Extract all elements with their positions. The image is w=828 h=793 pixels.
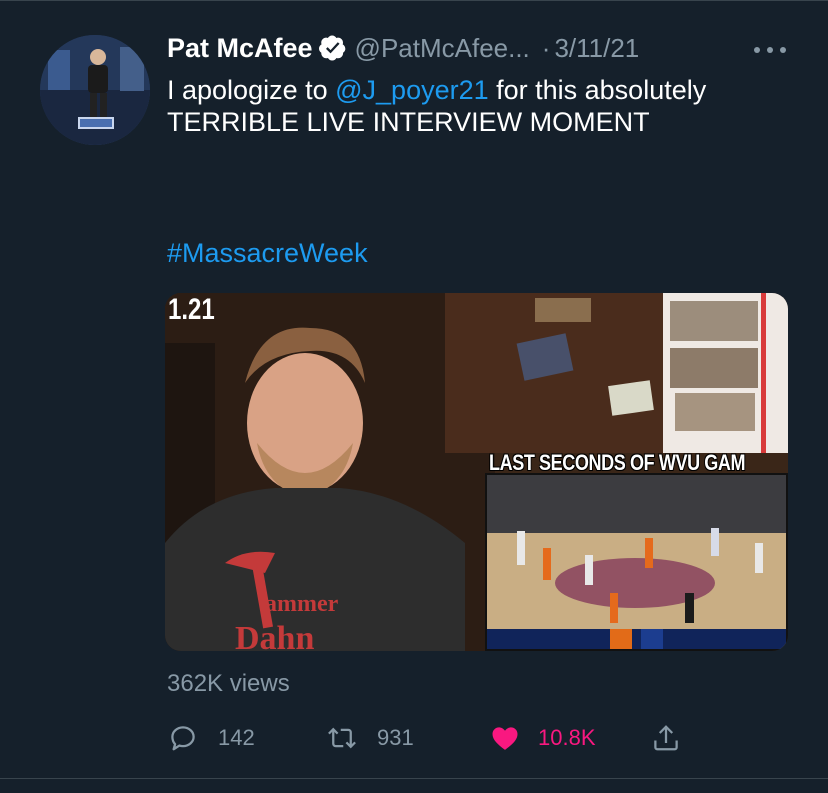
tweet-text-start: I apologize to xyxy=(167,75,336,105)
top-divider xyxy=(0,0,828,1)
svg-text:Dahn: Dahn xyxy=(235,620,314,651)
tweet-text: I apologize to @J_poyer21 for this absol… xyxy=(167,74,767,139)
svg-text:ammer: ammer xyxy=(265,591,339,617)
like-button[interactable]: 10.8K xyxy=(490,720,596,756)
tweet-date[interactable]: 3/11/21 xyxy=(554,33,639,64)
reply-icon xyxy=(171,726,195,751)
mention-link[interactable]: @J_poyer21 xyxy=(335,75,489,105)
bottom-divider xyxy=(0,778,828,779)
video-caption: LAST SECONDS OF WVU GAM xyxy=(489,450,746,475)
reply-button[interactable]: 142 xyxy=(168,720,255,756)
separator-dot: · xyxy=(541,32,551,63)
avatar[interactable] xyxy=(40,35,150,145)
view-count: 362K views xyxy=(167,670,290,697)
retweet-count: 931 xyxy=(377,725,414,750)
heart-icon xyxy=(492,727,518,750)
action-bar: 142 931 10.8K xyxy=(0,720,828,760)
verified-badge-icon xyxy=(318,35,345,61)
author-name[interactable]: Pat McAfee xyxy=(167,33,313,64)
share-icon xyxy=(654,725,678,751)
like-count: 10.8K xyxy=(538,725,596,750)
reply-count: 142 xyxy=(218,725,255,750)
share-button[interactable] xyxy=(651,720,681,756)
more-dots-icon[interactable] xyxy=(752,46,788,54)
retweet-icon xyxy=(328,727,356,749)
retweet-button[interactable]: 931 xyxy=(327,720,414,756)
hashtag-link[interactable]: #MassacreWeek xyxy=(167,238,368,269)
tweet-header: Pat McAfee @PatMcAfee... · 3/11/21 xyxy=(167,28,639,68)
author-handle[interactable]: @PatMcAfee... xyxy=(355,33,530,64)
media-counter: 1.21 xyxy=(168,293,215,326)
